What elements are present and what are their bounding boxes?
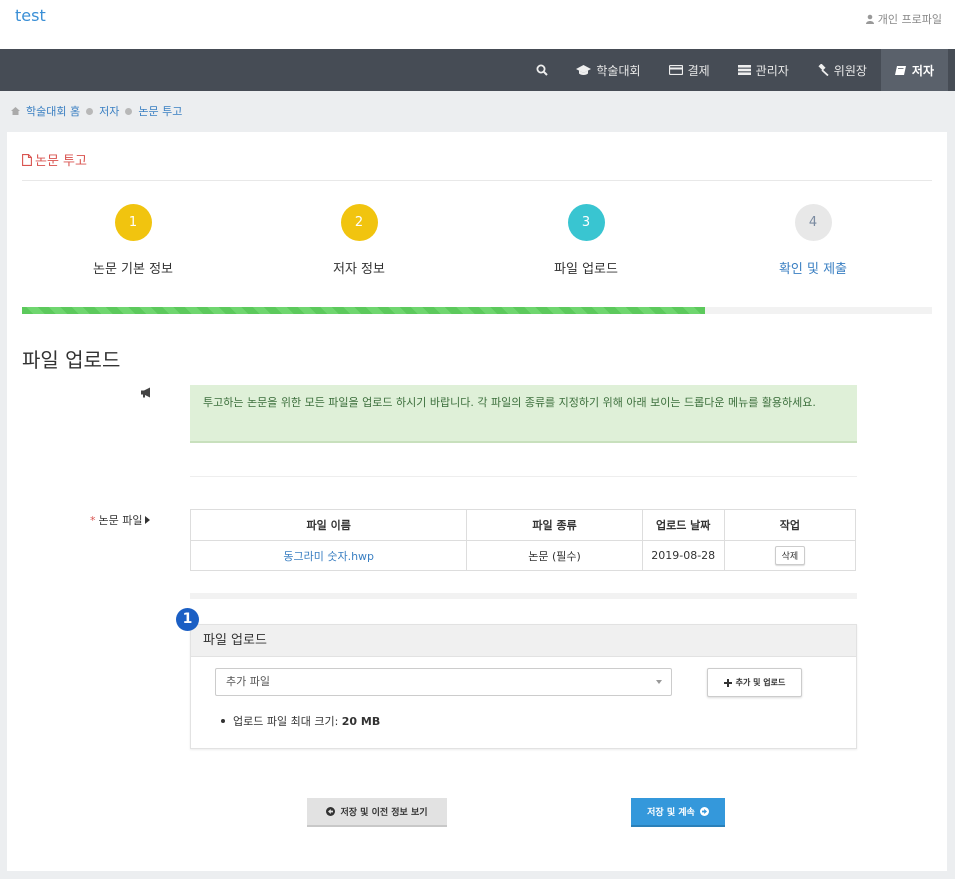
table-header-row: 파일 이름 파일 종류 업로드 날짜 작업 xyxy=(189,509,857,541)
nav-author-label: 저자 xyxy=(911,63,934,78)
save-and-previous-button[interactable]: 저장 및 이전 정보 보기 xyxy=(307,798,447,827)
chevron-down-icon xyxy=(656,680,662,684)
brand-link[interactable]: test xyxy=(15,6,46,25)
max-size-value: 20 MB xyxy=(341,715,381,728)
arrow-circle-right-icon xyxy=(699,807,709,816)
required-mark: * xyxy=(90,513,96,527)
bullhorn-icon xyxy=(141,387,150,398)
breadcrumb-author[interactable]: 저자 xyxy=(99,103,119,119)
step-number: 1 xyxy=(114,204,152,241)
divider xyxy=(22,180,932,181)
col-header-action: 작업 xyxy=(723,509,857,541)
paper-files-label-text: 논문 파일 xyxy=(98,514,143,527)
step-3[interactable]: 3 파일 업로드 xyxy=(506,204,666,277)
caret-right-icon xyxy=(145,516,151,524)
file-type: 논문 (필수) xyxy=(466,540,643,571)
delete-button[interactable]: 삭제 xyxy=(774,546,806,565)
file-upload-box-title: 파일 업로드 xyxy=(191,625,856,657)
files-table: 파일 이름 파일 종류 업로드 날짜 작업 동그라미 숫자.hwp 논문 (필수… xyxy=(189,509,857,571)
nav-chair-label: 위원장 xyxy=(833,63,867,78)
nav-search[interactable] xyxy=(522,49,562,91)
nav-conference-label: 학술대회 xyxy=(596,63,641,78)
home-icon xyxy=(11,107,20,115)
nav-conference[interactable]: 학술대회 xyxy=(562,49,654,91)
step-label: 파일 업로드 xyxy=(554,262,618,277)
graduation-cap-icon xyxy=(576,64,592,75)
step-number: 3 xyxy=(567,204,605,241)
table-row: 동그라미 숫자.hwp 논문 (필수) 2019-08-28 삭제 xyxy=(189,540,857,571)
profile-link[interactable]: 개인 프로파일 xyxy=(865,11,942,27)
profile-label: 개인 프로파일 xyxy=(877,13,942,26)
content-panel: 논문 투고 1 논문 기본 정보 2 저자 정보 3 파일 업로드 4 확인 및… xyxy=(7,132,947,871)
step-number: 4 xyxy=(794,204,832,241)
action-cell: 삭제 xyxy=(723,540,857,571)
breadcrumb-conference-home[interactable]: 학술대회 홈 xyxy=(26,103,80,119)
nav-chair[interactable]: 위원장 xyxy=(803,49,881,91)
annotation-badge: 1 xyxy=(176,608,199,631)
step-4[interactable]: 4 확인 및 제출 xyxy=(733,204,893,277)
page-header-title: 논문 투고 xyxy=(35,154,87,169)
max-size-label: 업로드 파일 최대 크기: xyxy=(233,715,339,728)
bullet xyxy=(221,719,225,723)
file-upload-box: 파일 업로드 추가 파일 추가 및 업로드 업로드 파일 최대 크기: 20 M… xyxy=(190,624,857,749)
page-header: 논문 투고 xyxy=(22,150,87,169)
book-icon xyxy=(894,65,906,75)
nav-author[interactable]: 저자 xyxy=(880,49,948,91)
step-label: 확인 및 제출 xyxy=(778,262,848,277)
progress-bar xyxy=(22,307,932,314)
step-1[interactable]: 1 논문 기본 정보 xyxy=(53,204,213,277)
user-icon xyxy=(865,14,874,24)
file-type-select[interactable]: 추가 파일 xyxy=(215,668,672,696)
nav-admin-label: 관리자 xyxy=(755,63,789,78)
breadcrumb-separator xyxy=(125,107,133,115)
col-header-file-type: 파일 종류 xyxy=(466,509,643,541)
nav-admin[interactable]: 관리자 xyxy=(724,49,803,91)
section-title: 파일 업로드 xyxy=(22,348,121,372)
col-header-file-name: 파일 이름 xyxy=(189,509,468,541)
save-and-continue-button[interactable]: 저장 및 계속 xyxy=(631,798,725,827)
info-alert: 투고하는 논문을 위한 모든 파일을 업로드 하시기 바랍니다. 각 파일의 종… xyxy=(190,385,857,443)
main-navbar: 학술대회 결제 관리자 위원장 저자 xyxy=(0,49,955,91)
server-icon xyxy=(737,65,751,75)
plus-icon xyxy=(723,678,732,687)
credit-card-icon xyxy=(668,65,683,75)
nav-payment-label: 결제 xyxy=(687,63,710,78)
step-label: 저자 정보 xyxy=(333,262,385,277)
divider xyxy=(190,593,857,599)
divider xyxy=(190,476,857,477)
arrow-circle-left-icon xyxy=(326,807,336,816)
step-number: 2 xyxy=(340,204,378,241)
step-label: 논문 기본 정보 xyxy=(92,262,174,277)
file-upload-date: 2019-08-28 xyxy=(641,540,725,571)
max-file-size-note: 업로드 파일 최대 크기: 20 MB xyxy=(221,713,380,729)
save-and-continue-label: 저장 및 계속 xyxy=(647,808,695,818)
file-name-link[interactable]: 동그라미 숫자.hwp xyxy=(189,540,468,571)
breadcrumb-separator xyxy=(86,107,94,115)
step-2[interactable]: 2 저자 정보 xyxy=(279,204,439,277)
add-and-upload-button[interactable]: 추가 및 업로드 xyxy=(707,668,802,697)
breadcrumb: 학술대회 홈 저자 논문 투고 xyxy=(11,103,182,119)
progress-bar-fill xyxy=(22,307,705,314)
add-and-upload-label: 추가 및 업로드 xyxy=(735,678,786,687)
breadcrumb-paper-submission[interactable]: 논문 투고 xyxy=(138,103,182,119)
paper-files-label: * 논문 파일 xyxy=(90,512,151,528)
col-header-upload-date: 업로드 날짜 xyxy=(641,509,725,541)
file-type-select-value: 추가 파일 xyxy=(226,675,270,688)
document-icon xyxy=(22,153,32,166)
search-icon xyxy=(536,64,549,76)
nav-payment[interactable]: 결제 xyxy=(655,49,724,91)
top-bar: test 개인 프로파일 xyxy=(0,0,955,49)
gavel-icon xyxy=(818,64,829,76)
save-and-previous-label: 저장 및 이전 정보 보기 xyxy=(340,808,428,818)
